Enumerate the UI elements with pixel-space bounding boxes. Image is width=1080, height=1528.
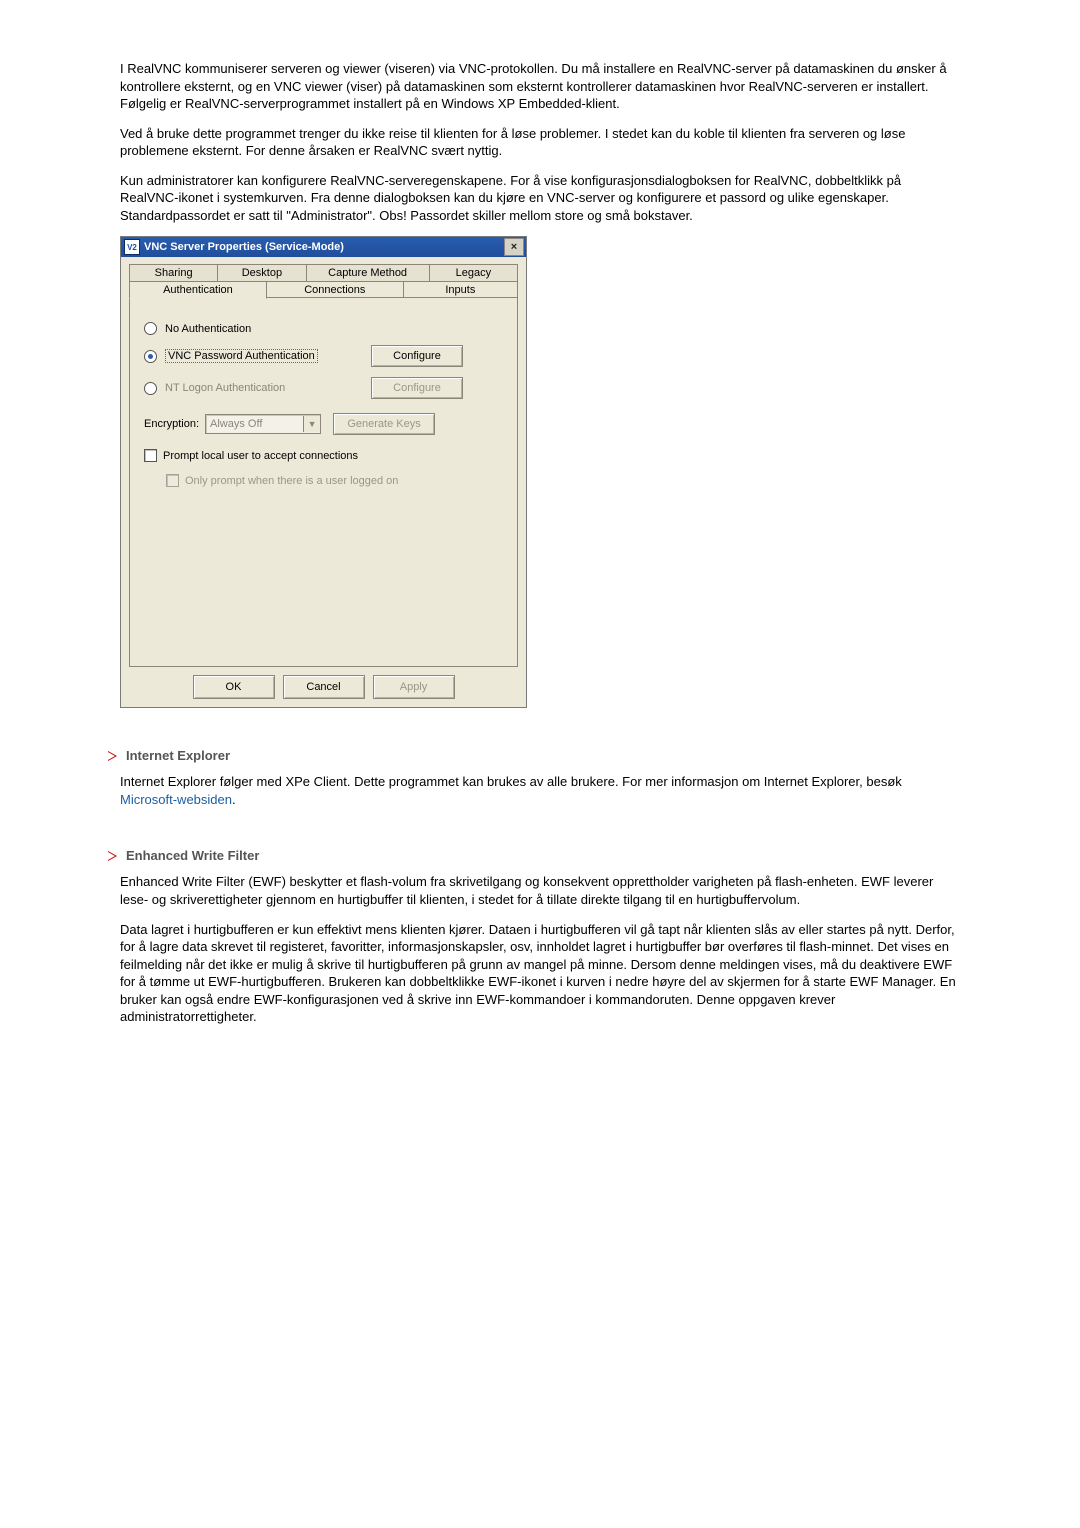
tab-capture-method[interactable]: Capture Method <box>306 264 430 281</box>
paragraph-ie: Internet Explorer følger med XPe Client.… <box>120 773 960 808</box>
dialog-title: VNC Server Properties (Service-Mode) <box>144 241 344 253</box>
paragraph-ewf-1: Enhanced Write Filter (EWF) beskytter et… <box>120 873 960 908</box>
chevron-down-icon: ▼ <box>303 416 320 432</box>
section-heading-ie: Internet Explorer <box>108 748 960 763</box>
paragraph-realvnc-use: Ved å bruke dette programmet trenger du … <box>120 125 960 160</box>
label-only-prompt: Only prompt when there is a user logged … <box>185 475 398 487</box>
ie-text-a: Internet Explorer følger med XPe Client.… <box>120 774 902 789</box>
radio-no-auth[interactable] <box>144 322 157 335</box>
generate-keys-button: Generate Keys <box>333 413 435 435</box>
label-prompt-local: Prompt local user to accept connections <box>163 450 358 462</box>
paragraph-realvnc-admin: Kun administratorer kan konfigurere Real… <box>120 172 960 225</box>
checkbox-prompt-local[interactable] <box>144 449 157 462</box>
section-heading-ewf: Enhanced Write Filter <box>108 848 960 863</box>
label-no-auth: No Authentication <box>165 323 251 335</box>
encryption-label: Encryption: <box>144 418 199 430</box>
tab-legacy[interactable]: Legacy <box>429 264 518 281</box>
vnc-properties-dialog: V2 VNC Server Properties (Service-Mode) … <box>120 236 527 708</box>
label-nt-auth: NT Logon Authentication <box>165 382 285 394</box>
encryption-dropdown: Always Off ▼ <box>205 414 321 434</box>
paragraph-realvnc-intro: I RealVNC kommuniserer serveren og viewe… <box>120 60 960 113</box>
microsoft-link[interactable]: Microsoft-websiden <box>120 792 232 807</box>
cancel-button[interactable]: Cancel <box>283 675 365 699</box>
radio-nt-auth[interactable] <box>144 382 157 395</box>
tab-sharing[interactable]: Sharing <box>129 264 218 281</box>
vnc-app-icon: V2 <box>124 239 140 255</box>
heading-ie-text: Internet Explorer <box>126 748 230 763</box>
tab-desktop[interactable]: Desktop <box>217 264 306 281</box>
checkbox-only-prompt <box>166 474 179 487</box>
radio-vnc-auth[interactable] <box>144 350 157 363</box>
label-vnc-auth: VNC Password Authentication <box>165 349 318 363</box>
tab-authentication[interactable]: Authentication <box>129 281 267 299</box>
paragraph-ewf-2: Data lagret i hurtigbufferen er kun effe… <box>120 921 960 1026</box>
configure-vnc-button[interactable]: Configure <box>371 345 463 367</box>
heading-ewf-text: Enhanced Write Filter <box>126 848 259 863</box>
configure-nt-button: Configure <box>371 377 463 399</box>
close-icon[interactable]: × <box>504 238 524 256</box>
bullet-icon <box>108 751 118 761</box>
ie-text-b: . <box>232 792 236 807</box>
ok-button[interactable]: OK <box>193 675 275 699</box>
apply-button: Apply <box>373 675 455 699</box>
bullet-icon <box>108 851 118 861</box>
encryption-value: Always Off <box>210 418 303 430</box>
tab-panel-authentication: No Authentication VNC Password Authentic… <box>129 297 518 667</box>
dialog-titlebar[interactable]: V2 VNC Server Properties (Service-Mode) … <box>121 237 526 257</box>
